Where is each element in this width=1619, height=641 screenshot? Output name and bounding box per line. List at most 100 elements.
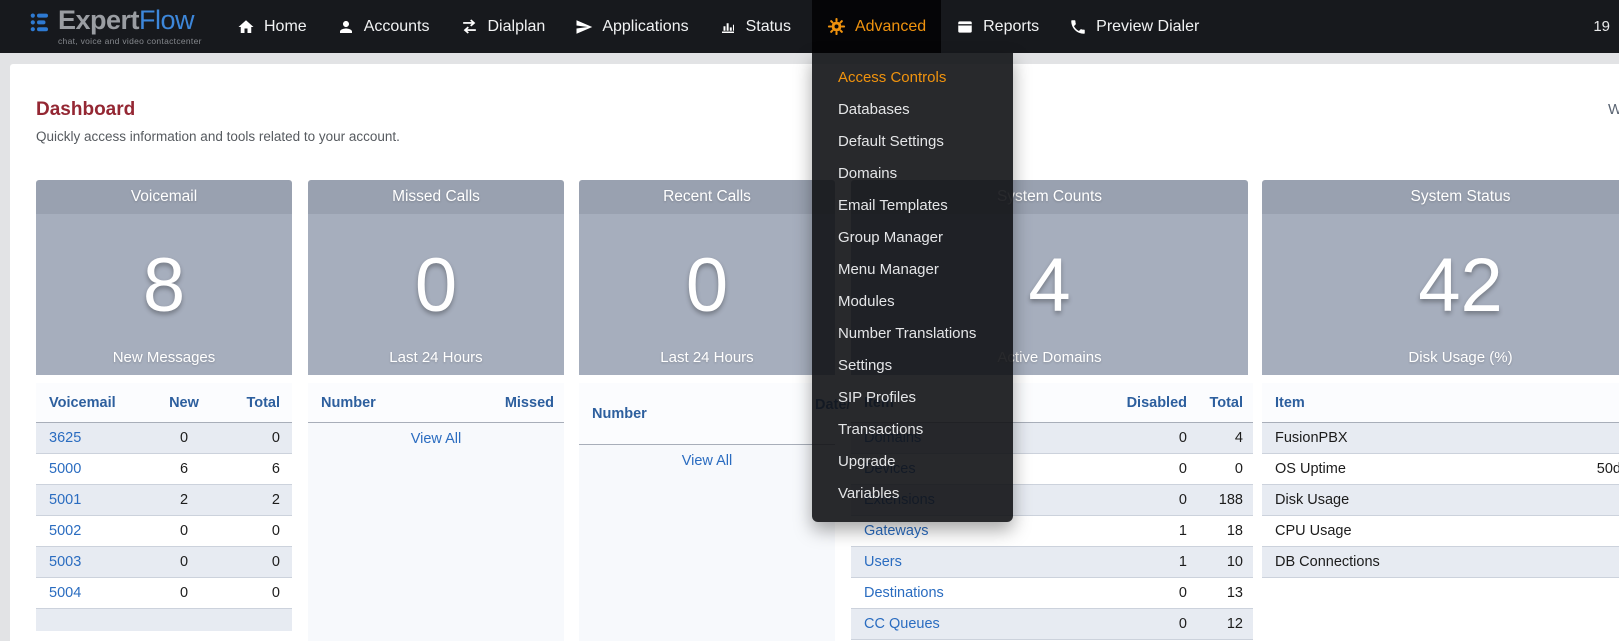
status-item: OS Uptime	[1262, 461, 1597, 477]
voicemail-ext-link[interactable]: 5003	[49, 554, 81, 570]
voicemail-ext-link[interactable]: 3625	[49, 430, 81, 446]
nav-item-home[interactable]: Home	[222, 0, 322, 53]
voicemail-total: 2	[226, 492, 292, 508]
missed-calls-table: Number Missed View All	[308, 383, 564, 641]
col-header-new: New	[142, 395, 226, 411]
nav-item-status[interactable]: Status	[704, 0, 806, 53]
status-item: CPU Usage	[1262, 523, 1619, 539]
view-all-link[interactable]: View All	[411, 431, 462, 447]
counts-total: 12	[1187, 616, 1253, 632]
view-all-row: View All	[308, 423, 564, 455]
counts-total: 13	[1187, 585, 1253, 601]
col-header-number: Number	[308, 395, 484, 411]
col-header-number: Number	[579, 406, 835, 422]
nav-item-applications[interactable]: Applications	[560, 0, 703, 53]
status-value: 50d	[1597, 461, 1619, 477]
recent-calls-table-header: Number Date/Time	[579, 383, 835, 445]
table-row: CC Queues 0 12	[851, 609, 1253, 640]
table-row: 3625 0 0	[36, 423, 292, 454]
counts-item-link[interactable]: Gateways	[864, 523, 928, 539]
table-row: Disk Usage	[1262, 485, 1619, 516]
system-status-table-header: Item	[1262, 383, 1619, 423]
welcome-text-clipped: W	[1608, 101, 1619, 118]
counts-item-link[interactable]: Destinations	[864, 585, 944, 601]
voicemail-total: 0	[226, 523, 292, 539]
system-status-caption: Disk Usage (%)	[1262, 349, 1619, 366]
voicemail-card-body: 8 New Messages	[36, 214, 292, 375]
table-row: CPU Usage	[1262, 516, 1619, 547]
nav-item-reports[interactable]: Reports	[941, 0, 1054, 53]
system-status-card-title: System Status	[1262, 180, 1619, 214]
voicemail-count: 8	[143, 248, 185, 324]
table-row: 5003 0 0	[36, 547, 292, 578]
page-title: Dashboard	[36, 99, 135, 121]
voicemail-ext-link[interactable]: 5001	[49, 492, 81, 508]
menu-item-number-translations[interactable]: Number Translations	[812, 318, 1013, 350]
system-status-card-body: 42 Disk Usage (%)	[1262, 214, 1619, 375]
logo-expert: Expert	[58, 5, 139, 35]
counts-item-link[interactable]: Users	[864, 554, 902, 570]
home-icon	[237, 18, 255, 36]
nav-label: Dialplan	[488, 18, 546, 36]
voicemail-card: Voicemail 8 New Messages	[36, 180, 292, 375]
menu-item-modules[interactable]: Modules	[812, 286, 1013, 318]
menu-item-default-settings[interactable]: Default Settings	[812, 126, 1013, 158]
voicemail-ext-link[interactable]: 5004	[49, 585, 81, 601]
voicemail-new: 0	[142, 585, 226, 601]
menu-item-settings[interactable]: Settings	[812, 350, 1013, 382]
recent-calls-card: Recent Calls 0 Last 24 Hours	[579, 180, 835, 375]
expertflow-logo[interactable]: ExpertFlow chat, voice and video contact…	[30, 7, 202, 46]
missed-calls-count: 0	[415, 248, 457, 324]
missed-calls-card-title: Missed Calls	[308, 180, 564, 214]
voicemail-total: 0	[226, 554, 292, 570]
counts-disabled: 0	[1067, 430, 1187, 446]
menu-item-group-manager[interactable]: Group Manager	[812, 222, 1013, 254]
col-header-disabled: Disabled	[1067, 395, 1187, 411]
nav-item-advanced[interactable]: Advanced Access Controls Databases Defau…	[812, 0, 941, 53]
logo-tagline: chat, voice and video contactcenter	[58, 37, 202, 46]
menu-item-sip-profiles[interactable]: SIP Profiles	[812, 382, 1013, 414]
voicemail-ext-link[interactable]: 5000	[49, 461, 81, 477]
voicemail-total: 6	[226, 461, 292, 477]
menu-item-upgrade[interactable]: Upgrade	[812, 446, 1013, 478]
voicemail-caption: New Messages	[36, 349, 292, 366]
recent-calls-card-title: Recent Calls	[579, 180, 835, 214]
menu-item-domains[interactable]: Domains	[812, 158, 1013, 190]
counts-item-link[interactable]: CC Queues	[864, 616, 940, 632]
counts-total: 10	[1187, 554, 1253, 570]
counts-total: 0	[1187, 461, 1253, 477]
col-header-total: Total	[226, 395, 292, 411]
menu-item-menu-manager[interactable]: Menu Manager	[812, 254, 1013, 286]
table-row-partial	[36, 609, 292, 631]
table-row: 5002 0 0	[36, 516, 292, 547]
nav-item-accounts[interactable]: Accounts	[322, 0, 445, 53]
voicemail-table-header: Voicemail New Total	[36, 383, 292, 423]
view-all-link[interactable]: View All	[682, 453, 733, 469]
menu-item-email-templates[interactable]: Email Templates	[812, 190, 1013, 222]
voicemail-new: 6	[142, 461, 226, 477]
menu-item-transactions[interactable]: Transactions	[812, 414, 1013, 446]
system-counts-count: 4	[1028, 248, 1070, 324]
menu-item-databases[interactable]: Databases	[812, 94, 1013, 126]
status-item: FusionPBX	[1262, 430, 1619, 446]
table-row: OS Uptime 50d	[1262, 454, 1619, 485]
clock-text: 19	[1593, 0, 1610, 53]
recent-calls-caption: Last 24 Hours	[579, 349, 835, 366]
nav-item-preview-dialer[interactable]: Preview Dialer	[1054, 0, 1214, 53]
voicemail-new: 0	[142, 554, 226, 570]
counts-total: 4	[1187, 430, 1253, 446]
counts-disabled: 0	[1067, 585, 1187, 601]
menu-item-variables[interactable]: Variables	[812, 478, 1013, 510]
missed-calls-caption: Last 24 Hours	[308, 349, 564, 366]
send-icon	[575, 18, 593, 36]
person-icon	[337, 18, 355, 36]
table-row: Users 1 10	[851, 547, 1253, 578]
menu-item-access-controls[interactable]: Access Controls	[812, 62, 1013, 94]
nav-item-dialplan[interactable]: Dialplan	[445, 0, 561, 53]
counts-disabled: 0	[1067, 616, 1187, 632]
nav-label: Status	[746, 18, 791, 36]
recent-calls-card-body: 0 Last 24 Hours	[579, 214, 835, 375]
voicemail-ext-link[interactable]: 5002	[49, 523, 81, 539]
nav-label: Advanced	[855, 18, 926, 36]
nav-label: Applications	[602, 18, 688, 36]
